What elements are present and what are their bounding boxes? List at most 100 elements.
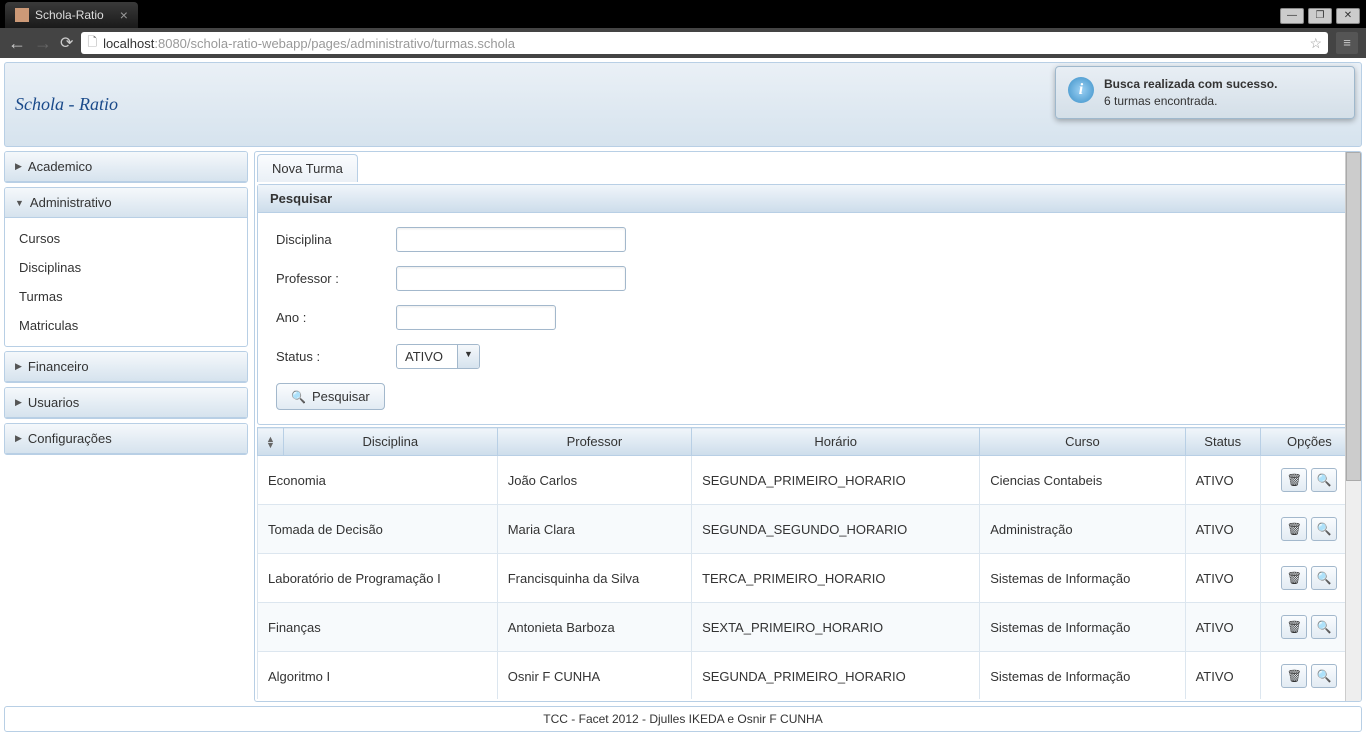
sidebar-item-turmas[interactable]: Turmas [5,282,247,311]
col-professor[interactable]: Professor [497,428,691,456]
view-button[interactable]: 🔍 [1311,517,1337,541]
cell-opcoes: 🗑🔍 [1260,505,1358,554]
window-controls: — ❐ ✕ [1280,8,1366,28]
table-row: EconomiaJoão CarlosSEGUNDA_PRIMEIRO_HORA… [258,456,1359,505]
sidebar-label: Usuarios [28,395,79,410]
ano-label: Ano : [276,310,396,325]
cell-opcoes: 🗑🔍 [1260,652,1358,700]
sidebar-item-matriculas[interactable]: Matriculas [5,311,247,340]
sidebar-header-administrativo[interactable]: ▼ Administrativo [5,188,247,218]
info-icon: i [1068,77,1094,103]
col-curso[interactable]: Curso [980,428,1185,456]
cell-professor: Francisquinha da Silva [497,554,691,603]
cell-horario: SEGUNDA_PRIMEIRO_HORARIO [692,652,980,700]
url-host: localhost [103,36,154,51]
col-status[interactable]: Status [1185,428,1260,456]
sidebar-section-financeiro: ▶ Financeiro [4,351,248,383]
search-icon: 🔍 [1317,473,1332,487]
cell-disciplina: Laboratório de Programação I [258,554,498,603]
cell-disciplina: Finanças [258,603,498,652]
disciplina-input[interactable] [396,227,626,252]
col-disciplina[interactable]: Disciplina [283,428,497,456]
col-horario[interactable]: Horário [692,428,980,456]
cell-disciplina: Tomada de Decisão [258,505,498,554]
url-text: localhost:8080/schola-ratio-webapp/pages… [103,36,515,51]
close-window-button[interactable]: ✕ [1336,8,1360,24]
view-button[interactable]: 🔍 [1311,615,1337,639]
reload-button[interactable]: ⟳ [60,33,73,53]
sidebar-header-academico[interactable]: ▶ Academico [5,152,247,182]
url-bar[interactable]: 🗋 localhost:8080/schola-ratio-webapp/pag… [81,32,1328,54]
forward-button[interactable]: → [34,33,52,54]
app-viewport: Schola - Ratio Olá admin Logout i Busca … [0,58,1366,736]
delete-button[interactable]: 🗑 [1281,615,1307,639]
cell-professor: Osnir F CUNHA [497,652,691,700]
cell-status: ATIVO [1185,652,1260,700]
cell-curso: Sistemas de Informação [980,652,1185,700]
url-port: :8080 [154,36,187,51]
results-table: ▲▼ Disciplina Professor Horário Curso St… [257,427,1359,699]
sidebar-label: Academico [28,159,92,174]
view-button[interactable]: 🔍 [1311,468,1337,492]
status-label: Status : [276,349,396,364]
delete-button[interactable]: 🗑 [1281,468,1307,492]
pesquisar-button[interactable]: 🔍 Pesquisar [276,383,385,410]
professor-label: Professor : [276,271,396,286]
toast-title: Busca realizada com sucesso. [1104,77,1277,91]
sidebar-label: Configurações [28,431,112,446]
table-row: FinançasAntonieta BarbozaSEXTA_PRIMEIRO_… [258,603,1359,652]
cell-horario: SEXTA_PRIMEIRO_HORARIO [692,603,980,652]
app-logo: Schola - Ratio [15,94,118,115]
minimize-button[interactable]: — [1280,8,1304,24]
chevron-down-icon[interactable]: ▼ [457,345,479,368]
search-panel-header: Pesquisar [258,185,1358,213]
status-select[interactable]: ATIVO ▼ [396,344,480,369]
sidebar-item-disciplinas[interactable]: Disciplinas [5,253,247,282]
cell-status: ATIVO [1185,456,1260,505]
view-button[interactable]: 🔍 [1311,566,1337,590]
ano-input[interactable] [396,305,556,330]
chevron-right-icon: ▶ [15,397,22,408]
delete-button[interactable]: 🗑 [1281,664,1307,688]
trash-icon: 🗑 [1287,571,1302,585]
browser-tab[interactable]: Schola-Ratio × [5,2,138,28]
sidebar-label: Administrativo [30,195,112,210]
scrollbar-thumb[interactable] [1346,152,1361,481]
bookmark-icon[interactable]: ☆ [1309,35,1322,52]
trash-icon: 🗑 [1287,522,1302,536]
trash-icon: 🗑 [1287,620,1302,634]
scrollbar[interactable] [1345,152,1361,701]
sort-handle[interactable]: ▲▼ [258,428,284,456]
tab-nova-turma[interactable]: Nova Turma [257,154,358,182]
cell-status: ATIVO [1185,505,1260,554]
sidebar-header-configuracoes[interactable]: ▶ Configurações [5,424,247,454]
delete-button[interactable]: 🗑 [1281,517,1307,541]
table-row: Algoritmo IOsnir F CUNHASEGUNDA_PRIMEIRO… [258,652,1359,700]
footer: TCC - Facet 2012 - Djulles IKEDA e Osnir… [4,706,1362,732]
chevron-right-icon: ▶ [15,161,22,172]
search-icon: 🔍 [1317,620,1332,634]
sidebar-header-usuarios[interactable]: ▶ Usuarios [5,388,247,418]
favicon [15,8,29,22]
sidebar-label: Financeiro [28,359,89,374]
browser-menu-button[interactable]: ≡ [1336,32,1358,54]
cell-curso: Sistemas de Informação [980,554,1185,603]
back-button[interactable]: ← [8,33,26,54]
cell-horario: TERCA_PRIMEIRO_HORARIO [692,554,980,603]
main-content: Nova Turma Pesquisar Disciplina Professo… [254,151,1362,702]
view-button[interactable]: 🔍 [1311,664,1337,688]
sidebar-header-financeiro[interactable]: ▶ Financeiro [5,352,247,382]
professor-input[interactable] [396,266,626,291]
tab-strip: Nova Turma [255,152,1361,182]
cell-disciplina: Algoritmo I [258,652,498,700]
pesquisar-label: Pesquisar [312,389,370,404]
toast-detail: 6 turmas encontrada. [1104,94,1277,108]
sidebar-section-usuarios: ▶ Usuarios [4,387,248,419]
maximize-button[interactable]: ❐ [1308,8,1332,24]
sidebar-item-cursos[interactable]: Cursos [5,224,247,253]
close-tab-icon[interactable]: × [120,7,128,23]
search-panel: Pesquisar Disciplina Professor : Ano : [257,184,1359,425]
col-opcoes[interactable]: Opções [1260,428,1358,456]
delete-button[interactable]: 🗑 [1281,566,1307,590]
cell-horario: SEGUNDA_SEGUNDO_HORARIO [692,505,980,554]
